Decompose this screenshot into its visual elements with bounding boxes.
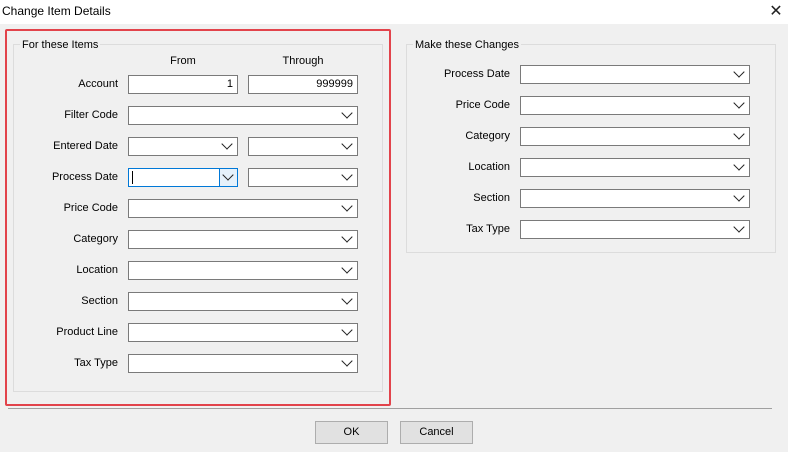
highlight-box — [5, 29, 391, 406]
dialog-body: For these Items From Through Account 1 9… — [0, 24, 788, 452]
chevron-down-icon — [733, 128, 745, 140]
chevron-down-icon — [733, 159, 745, 171]
change-tax-type-label: Tax Type — [466, 223, 510, 235]
separator — [8, 408, 772, 409]
change-process-date-label: Process Date — [443, 68, 510, 80]
chevron-down-icon — [733, 221, 745, 233]
ok-button[interactable]: OK — [315, 421, 388, 444]
change-tax-type-dropdown[interactable] — [520, 220, 750, 239]
title-bar: Change Item Details ✕ — [0, 0, 788, 24]
chevron-down-icon — [733, 190, 745, 202]
change-price-code-label: Price Code — [455, 99, 510, 111]
make-these-changes-title: Make these Changes — [413, 39, 521, 51]
chevron-down-icon — [733, 97, 745, 109]
change-location-label: Location — [468, 161, 510, 173]
change-location-dropdown[interactable] — [520, 158, 750, 177]
window-title: Change Item Details — [2, 4, 111, 18]
change-category-dropdown[interactable] — [520, 127, 750, 146]
change-section-label: Section — [473, 192, 510, 204]
change-price-code-dropdown[interactable] — [520, 96, 750, 115]
cancel-button[interactable]: Cancel — [400, 421, 473, 444]
chevron-down-icon — [733, 66, 745, 78]
close-icon[interactable]: ✕ — [766, 2, 786, 22]
change-section-dropdown[interactable] — [520, 189, 750, 208]
change-process-date-dropdown[interactable] — [520, 65, 750, 84]
change-category-label: Category — [465, 130, 510, 142]
